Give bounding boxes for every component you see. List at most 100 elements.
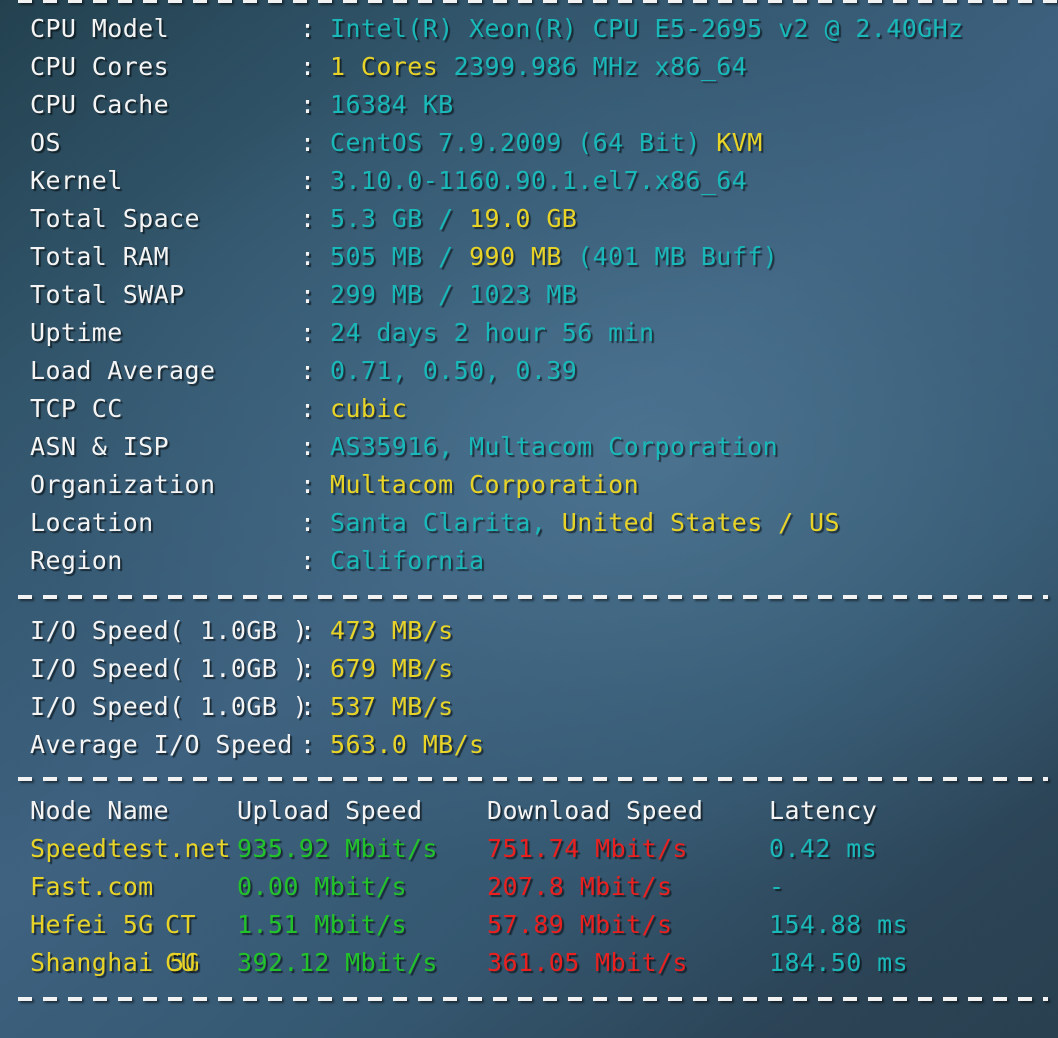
info-colon: : [300,508,316,537]
value-cyan: 299 MB / 1023 MB [330,280,578,309]
value-yellow: cubic [330,394,408,423]
cell-upload-speed: 935.92 Mbit/s [237,834,438,863]
value-yellow: 19.0 GB [469,204,578,233]
cell-node-name: Hefei 5G [30,910,154,939]
cell-upload-speed: 0.00 Mbit/s [237,872,407,901]
info-row-organization: Organization : Multacom Corporation [0,466,1058,504]
info-row-location: Location : Santa Clarita, United States … [0,504,1058,542]
info-row-uptime: Uptime : 24 days 2 hour 56 min [0,314,1058,352]
io-colon: : [300,730,316,759]
terminal-window: CPU Model : Intel(R) Xeon(R) CPU E5-2695… [0,0,1058,1038]
io-label: Average I/O Speed [30,730,293,759]
info-row-total-space: Total Space : 5.3 GB / 19.0 GB [0,200,1058,238]
cell-isp: CU [165,948,196,977]
info-row-os: OS : CentOS 7.9.2009 (64 Bit) KVM [0,124,1058,162]
info-row-load-average: Load Average : 0.71, 0.50, 0.39 [0,352,1058,390]
io-label: I/O Speed( 1.0GB ) [30,616,309,645]
info-label: Total Space [30,204,200,233]
cell-latency: 154.88 ms [769,910,909,939]
info-value: Santa Clarita, United States / US [330,504,1058,542]
info-row-asn-isp: ASN & ISP : AS35916, Multacom Corporatio… [0,428,1058,466]
info-value: 5.3 GB / 19.0 GB [330,200,1058,238]
info-value: 1 Cores 2399.986 MHz x86_64 [330,48,1058,86]
info-label: Uptime [30,318,123,347]
info-value: 299 MB / 1023 MB [330,276,1058,314]
value-cyan: Intel(R) Xeon(R) CPU E5-2695 v2 @ 2.40GH… [330,14,964,43]
value-cyan: 16384 KB [330,90,454,119]
info-row-kernel: Kernel : 3.10.0-1160.90.1.el7.x86_64 [0,162,1058,200]
value-yellow: 1 Cores [330,52,439,81]
io-value: 563.0 MB/s [330,730,485,759]
info-row-total-swap: Total SWAP : 299 MB / 1023 MB [0,276,1058,314]
value-tail: 2399.986 MHz x86_64 [438,52,748,81]
info-colon: : [300,394,316,423]
info-label: CPU Cores [30,52,170,81]
value-cyan: 505 MB / [330,242,470,271]
separator-top [0,0,1058,10]
info-label: OS [30,128,61,157]
info-value: 24 days 2 hour 56 min [330,314,1058,352]
info-label: Region [30,546,123,575]
cell-node-name: Fast.com [30,872,154,901]
value-cyan: 24 days 2 hour 56 min [330,318,655,347]
cell-download-speed: 361.05 Mbit/s [487,948,688,977]
info-value: Intel(R) Xeon(R) CPU E5-2695 v2 @ 2.40GH… [330,10,1058,48]
speedtest-table: Node Name Upload Speed Download Speed La… [0,792,1058,982]
value-cyan: 5.3 GB / [330,204,470,233]
info-label: Total RAM [30,242,170,271]
speedtest-row: Shanghai 5G CU 392.12 Mbit/s 361.05 Mbit… [0,944,1058,982]
value-yellow: 990 MB [469,242,562,271]
value-cyan: Santa Clarita, [330,508,562,537]
info-value: Multacom Corporation [330,466,1058,504]
info-label: Organization [30,470,216,499]
info-value: 505 MB / 990 MB (401 MB Buff) [330,238,1058,276]
cell-upload-speed: 1.51 Mbit/s [237,910,407,939]
info-colon: : [300,318,316,347]
header-node-name: Node Name [30,796,170,825]
info-row-tcp-cc: TCP CC : cubic [0,390,1058,428]
speedtest-header-row: Node Name Upload Speed Download Speed La… [0,792,1058,830]
info-colon: : [300,204,316,233]
value-cyan: CentOS 7.9.2009 (64 Bit) [330,128,717,157]
info-row-cpu-cache: CPU Cache : 16384 KB [0,86,1058,124]
value-cyan: 3.10.0-1160.90.1.el7.x86_64 [330,166,748,195]
info-label: CPU Model [30,14,170,43]
cell-download-speed: 57.89 Mbit/s [487,910,673,939]
speedtest-row: Hefei 5G CT 1.51 Mbit/s 57.89 Mbit/s 154… [0,906,1058,944]
info-row-region: Region : California [0,542,1058,580]
header-upload-speed: Upload Speed [237,796,423,825]
io-colon: : [300,616,316,645]
system-info-section: CPU Model : Intel(R) Xeon(R) CPU E5-2695… [0,10,1058,580]
separator-middle [0,586,1058,606]
value-tail: (401 MB Buff) [561,242,779,271]
io-row-average: Average I/O Speed : 563.0 MB/s [0,726,1058,764]
info-value: 16384 KB [330,86,1058,124]
dashed-rule [18,777,1048,781]
info-colon: : [300,432,316,461]
separator-bottom [0,988,1058,1008]
cell-node-name: Speedtest.net [30,834,231,863]
speedtest-row: Speedtest.net 935.92 Mbit/s 751.74 Mbit/… [0,830,1058,868]
info-value: 0.71, 0.50, 0.39 [330,352,1058,390]
info-colon: : [300,128,316,157]
dashed-rule [18,595,1048,599]
info-row-cpu-cores: CPU Cores : 1 Cores 2399.986 MHz x86_64 [0,48,1058,86]
value-cyan: California [330,546,485,575]
value-yellow: Multacom Corporation [330,470,640,499]
cell-upload-speed: 392.12 Mbit/s [237,948,438,977]
io-value: 679 MB/s [330,654,454,683]
info-label: Kernel [30,166,123,195]
info-colon: : [300,52,316,81]
value-yellow: KVM [716,128,763,157]
value-cyan: 0.71, 0.50, 0.39 [330,356,578,385]
info-label: ASN & ISP [30,432,170,461]
io-speed-section: I/O Speed( 1.0GB ) : 473 MB/s I/O Speed(… [0,612,1058,764]
header-download-speed: Download Speed [487,796,704,825]
io-label: I/O Speed( 1.0GB ) [30,692,309,721]
info-colon: : [300,280,316,309]
info-value: cubic [330,390,1058,428]
info-value: California [330,542,1058,580]
io-value: 473 MB/s [330,616,454,645]
info-label: Location [30,508,154,537]
cell-latency: 184.50 ms [769,948,909,977]
